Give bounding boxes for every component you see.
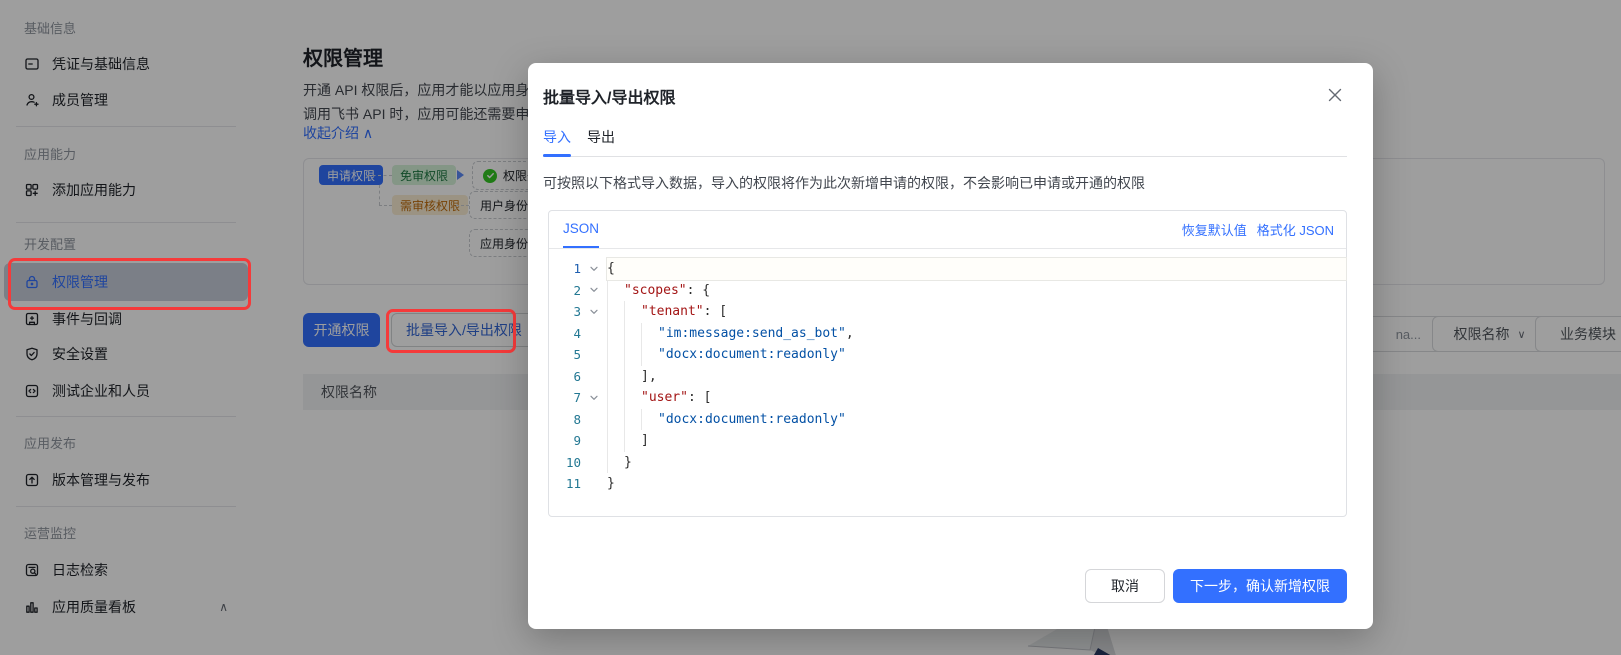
batch-import-export-dialog: 批量导入/导出权限 导入 导出 可按照以下格式导入数据，导入的权限将作为此次新增… bbox=[528, 63, 1373, 629]
line-number: 7 bbox=[549, 387, 581, 409]
indent-guide bbox=[607, 323, 624, 345]
code-text: } bbox=[607, 473, 1346, 495]
fold-spacer bbox=[581, 430, 607, 452]
close-icon[interactable] bbox=[1325, 85, 1345, 105]
code-text: ], bbox=[607, 366, 1346, 388]
dialog-tabs: 导入 导出 bbox=[543, 125, 1347, 157]
format-json-link[interactable]: 格式化 JSON bbox=[1257, 220, 1334, 239]
indent-guide bbox=[624, 430, 641, 452]
indent-guide bbox=[607, 280, 624, 302]
restore-default-link[interactable]: 恢复默认值 bbox=[1182, 220, 1247, 239]
tab-export[interactable]: 导出 bbox=[587, 125, 615, 156]
code-line[interactable]: 5 "docx:document:readonly" bbox=[549, 344, 1346, 366]
line-number: 6 bbox=[549, 366, 581, 388]
indent-guide bbox=[607, 409, 624, 431]
code-line[interactable]: 11} bbox=[549, 473, 1346, 495]
fold-spacer bbox=[581, 366, 607, 388]
code-lines[interactable]: 1{2"scopes": {3"tenant": [4"im:message:s… bbox=[549, 249, 1346, 495]
code-text: "im:message:send_as_bot", bbox=[607, 323, 1346, 345]
dialog-footer: 取消 下一步，确认新增权限 bbox=[1085, 569, 1347, 603]
line-number: 4 bbox=[549, 323, 581, 345]
fold-spacer bbox=[581, 323, 607, 345]
fold-spacer bbox=[581, 473, 607, 495]
code-line[interactable]: 2 "scopes": { bbox=[549, 280, 1346, 302]
indent-guide bbox=[607, 344, 624, 366]
code-text: "docx:document:readonly" bbox=[607, 344, 1346, 366]
code-text: } bbox=[607, 452, 1346, 474]
annotation-sidebar-permission bbox=[8, 258, 251, 310]
indent-guide bbox=[607, 452, 624, 474]
fold-chevron-icon[interactable] bbox=[581, 258, 607, 280]
indent-guide bbox=[624, 301, 641, 323]
indent-guide bbox=[624, 387, 641, 409]
code-line[interactable]: 7 "user": [ bbox=[549, 387, 1346, 409]
code-line[interactable]: 1{ bbox=[549, 258, 1346, 280]
fold-chevron-icon[interactable] bbox=[581, 280, 607, 302]
fold-spacer bbox=[581, 452, 607, 474]
line-number: 2 bbox=[549, 280, 581, 302]
annotation-batch-button bbox=[386, 309, 516, 353]
code-text: "scopes": { bbox=[607, 280, 1346, 302]
editor-header: JSON 恢复默认值 格式化 JSON bbox=[549, 211, 1346, 249]
tab-import[interactable]: 导入 bbox=[543, 125, 571, 156]
indent-guide bbox=[607, 387, 624, 409]
code-line[interactable]: 6], bbox=[549, 366, 1346, 388]
code-line[interactable]: 4 "im:message:send_as_bot", bbox=[549, 323, 1346, 345]
code-text: { bbox=[607, 258, 1346, 280]
indent-guide bbox=[607, 430, 624, 452]
fold-chevron-icon[interactable] bbox=[581, 301, 607, 323]
app-root: 基础信息 凭证与基础信息 成员管理 应用能力 添加应用能力 开发配置 权限管理 … bbox=[0, 0, 1621, 655]
fold-spacer bbox=[581, 409, 607, 431]
code-text: "docx:document:readonly" bbox=[607, 409, 1346, 431]
json-editor-panel: JSON 恢复默认值 格式化 JSON 1{2"scopes": {3"tena… bbox=[548, 210, 1347, 517]
indent-guide bbox=[624, 323, 641, 345]
indent-guide bbox=[607, 366, 624, 388]
indent-guide bbox=[641, 344, 658, 366]
indent-guide bbox=[624, 366, 641, 388]
line-number: 9 bbox=[549, 430, 581, 452]
code-line[interactable]: 8 "docx:document:readonly" bbox=[549, 409, 1346, 431]
editor-format-tab-json[interactable]: JSON bbox=[563, 211, 599, 248]
code-line[interactable]: 3 "tenant": [ bbox=[549, 301, 1346, 323]
code-text: "tenant": [ bbox=[607, 301, 1346, 323]
indent-guide bbox=[624, 344, 641, 366]
indent-guide bbox=[607, 301, 624, 323]
indent-guide bbox=[624, 409, 641, 431]
code-text: "user": [ bbox=[607, 387, 1346, 409]
fold-chevron-icon[interactable] bbox=[581, 387, 607, 409]
dialog-title: 批量导入/导出权限 bbox=[543, 84, 675, 108]
code-line[interactable]: 9] bbox=[549, 430, 1346, 452]
line-number: 5 bbox=[549, 344, 581, 366]
code-text: ] bbox=[607, 430, 1346, 452]
line-number: 1 bbox=[549, 258, 581, 280]
indent-guide bbox=[641, 409, 658, 431]
line-number: 11 bbox=[549, 473, 581, 495]
import-format-description: 可按照以下格式导入数据，导入的权限将作为此次新增申请的权限，不会影响已申请或开通… bbox=[543, 173, 1145, 193]
code-line[interactable]: 10} bbox=[549, 452, 1346, 474]
fold-spacer bbox=[581, 344, 607, 366]
confirm-next-button[interactable]: 下一步，确认新增权限 bbox=[1173, 569, 1347, 603]
line-number: 3 bbox=[549, 301, 581, 323]
indent-guide bbox=[641, 323, 658, 345]
line-number: 10 bbox=[549, 452, 581, 474]
line-number: 8 bbox=[549, 409, 581, 431]
cancel-button[interactable]: 取消 bbox=[1085, 569, 1165, 603]
